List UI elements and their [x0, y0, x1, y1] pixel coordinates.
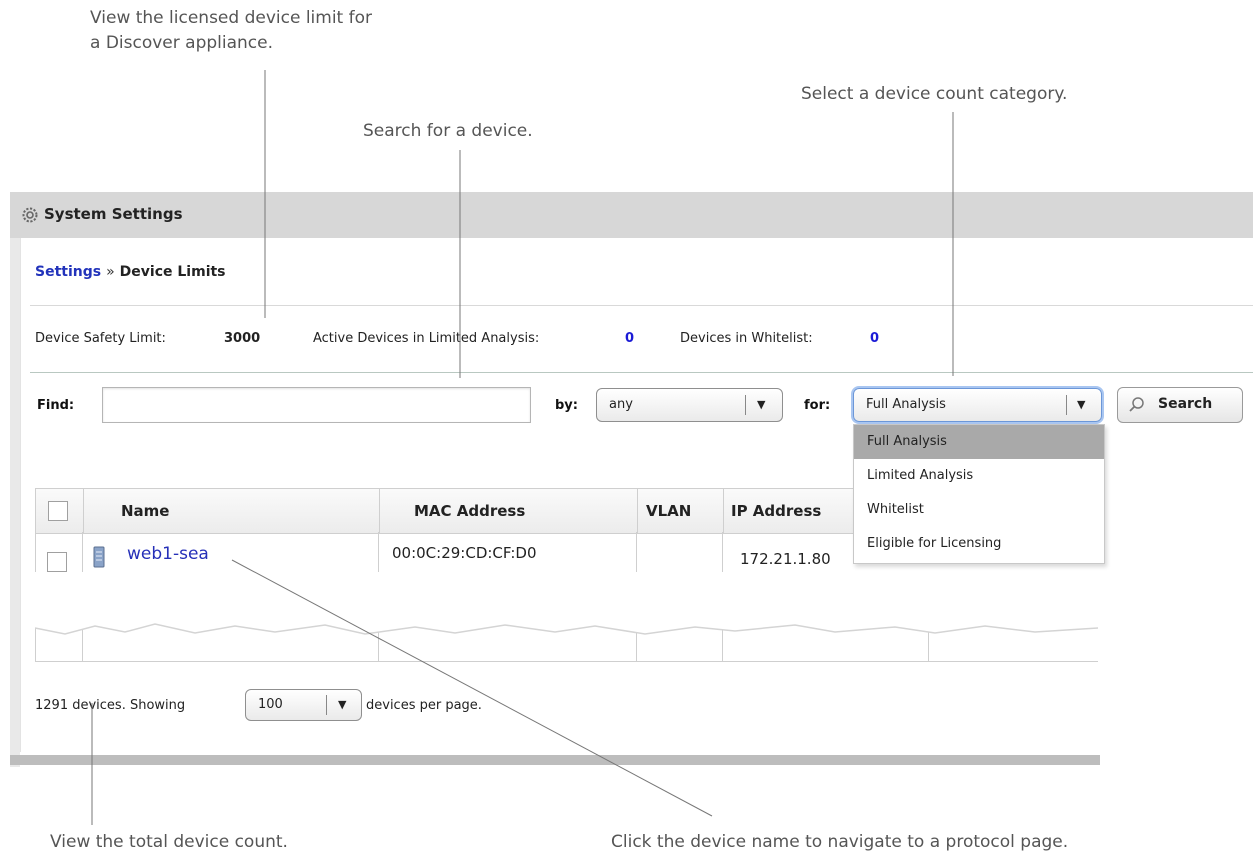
leader-line	[231, 559, 713, 817]
callout-leader-lines	[91, 70, 954, 825]
